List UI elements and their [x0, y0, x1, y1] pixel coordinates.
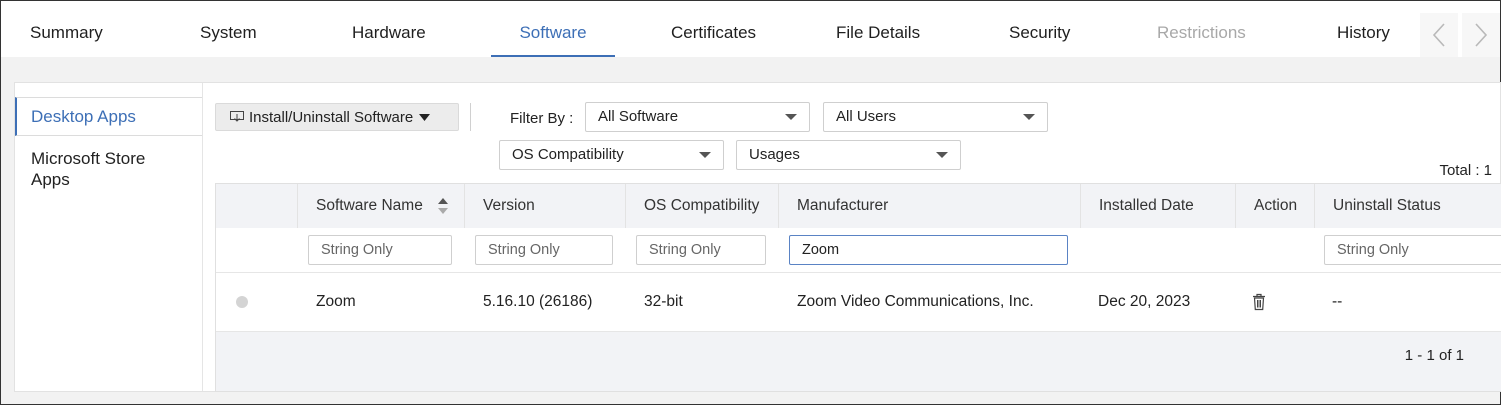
uninstall-status-filter-input[interactable]: [1324, 235, 1501, 265]
total-count: Total : 1: [1439, 162, 1492, 179]
version-filter-input[interactable]: [475, 235, 613, 265]
tab-system[interactable]: System: [200, 1, 257, 57]
sidebar-divider: [202, 83, 203, 391]
cell-software-name: Zoom: [316, 293, 356, 310]
tab-security[interactable]: Security: [1009, 1, 1070, 57]
column-header-label: Software Name: [316, 197, 423, 214]
column-header-uninstall-status[interactable]: Uninstall Status: [1314, 184, 1501, 228]
manufacturer-filter-input[interactable]: [789, 235, 1068, 265]
install-uninstall-label: Install/Uninstall Software: [249, 108, 414, 126]
chevron-down-icon: [785, 114, 797, 120]
uninstall-action-button[interactable]: [1252, 293, 1266, 311]
tab-history[interactable]: History: [1337, 1, 1390, 57]
column-header-manufacturer[interactable]: Manufacturer: [778, 184, 1080, 228]
tab-certificates[interactable]: Certificates: [671, 1, 756, 57]
table-filter-row: [216, 228, 1501, 273]
tab-hardware[interactable]: Hardware: [352, 1, 426, 57]
trash-icon: [1253, 293, 1265, 311]
tab-software[interactable]: Software: [491, 1, 615, 57]
row-select-radio[interactable]: [236, 296, 248, 308]
column-header-action: Action: [1235, 184, 1314, 228]
sidebar-item-microsoft-store-apps[interactable]: Microsoft Store Apps: [15, 140, 171, 198]
users-filter-select[interactable]: All Users: [823, 102, 1048, 132]
chevron-down-icon: [1023, 114, 1035, 120]
chevron-down-icon: [936, 152, 948, 158]
chevron-left-icon: [1432, 23, 1445, 47]
tab-summary[interactable]: Summary: [30, 1, 103, 57]
filter-by-label: Filter By :: [510, 110, 574, 127]
table-row[interactable]: Zoom 5.16.10 (26186) 32-bit Zoom Video C…: [216, 273, 1501, 332]
column-header-installed-date[interactable]: Installed Date: [1080, 184, 1235, 228]
cell-version: 5.16.10 (26186): [483, 293, 593, 310]
table-header: Software Name Version OS Compatibility M…: [216, 184, 1501, 229]
chevron-right-icon: [1475, 23, 1488, 47]
software-sidebar: Desktop Apps Microsoft Store Apps: [15, 97, 203, 198]
os-compat-filter-value: OS Compatibility: [512, 146, 624, 163]
tab-restrictions: Restrictions: [1157, 23, 1246, 42]
column-header-version[interactable]: Version: [464, 184, 625, 228]
cell-os-compatibility: 32-bit: [644, 293, 683, 310]
cell-installed-date: Dec 20, 2023: [1098, 293, 1191, 310]
usages-filter-select[interactable]: Usages: [736, 140, 961, 170]
column-header-software-name[interactable]: Software Name: [297, 184, 464, 228]
tab-file-details[interactable]: File Details: [836, 1, 920, 57]
tab-scroll-left-button[interactable]: [1420, 13, 1458, 57]
sidebar-item-desktop-apps[interactable]: Desktop Apps: [15, 97, 203, 136]
cell-manufacturer: Zoom Video Communications, Inc.: [797, 293, 1034, 310]
software-name-filter-input[interactable]: [308, 235, 452, 265]
software-table: Software Name Version OS Compatibility M…: [215, 183, 1501, 392]
cell-uninstall-status: --: [1332, 293, 1343, 310]
top-tab-bar: Summary System Hardware Software Certifi…: [1, 1, 1500, 58]
content-panel: Desktop Apps Microsoft Store Apps Instal…: [1, 57, 1501, 404]
install-icon: [230, 111, 244, 122]
tab-scroll-right-button[interactable]: [1462, 13, 1500, 57]
sort-icon[interactable]: [438, 197, 448, 215]
toolbar-divider: [470, 103, 471, 131]
pagination-summary: 1 - 1 of 1: [1404, 347, 1464, 364]
software-filter-value: All Software: [598, 108, 679, 125]
caret-down-icon: [419, 113, 431, 121]
chevron-down-icon: [699, 152, 711, 158]
table-footer: 1 - 1 of 1: [216, 332, 1501, 391]
users-filter-value: All Users: [836, 108, 897, 125]
os-compat-filter-input[interactable]: [636, 235, 766, 265]
software-section: Desktop Apps Microsoft Store Apps Instal…: [14, 82, 1501, 392]
install-uninstall-button[interactable]: Install/Uninstall Software: [215, 103, 459, 131]
os-compat-filter-select[interactable]: OS Compatibility: [499, 140, 724, 170]
usages-filter-value: Usages: [749, 146, 800, 163]
software-filter-select[interactable]: All Software: [585, 102, 810, 132]
column-header-os-compatibility[interactable]: OS Compatibility: [625, 184, 778, 228]
